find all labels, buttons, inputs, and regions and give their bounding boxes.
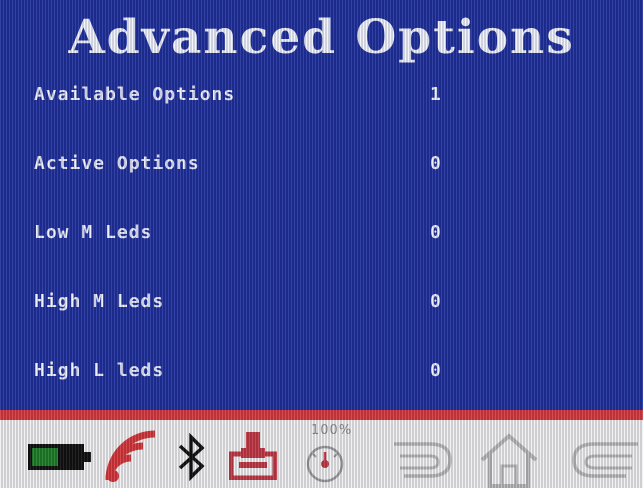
option-row-high-l-leds[interactable]: High L leds 0	[0, 348, 643, 417]
option-value: 0	[430, 222, 441, 243]
option-label: Low M Leds	[34, 222, 153, 243]
bottom-toolbar: 100%	[0, 420, 643, 488]
option-row-high-m-leds[interactable]: High M Leds 0	[0, 279, 643, 348]
option-label: Available Options	[34, 84, 236, 105]
option-label: High M Leds	[34, 291, 165, 312]
battery-icon	[28, 444, 92, 470]
option-row-available[interactable]: Available Options 1	[0, 72, 643, 141]
bluetooth-icon	[176, 432, 206, 482]
options-list: Available Options 1 Active Options 0 Low…	[0, 72, 643, 417]
page-title: Advanced Options	[68, 10, 575, 65]
option-row-active[interactable]: Active Options 0	[0, 141, 643, 210]
forward-arrow-icon[interactable]	[566, 434, 640, 486]
back-arrow-icon[interactable]	[390, 434, 456, 486]
option-label: High L leds	[34, 360, 165, 381]
home-icon[interactable]	[478, 432, 540, 488]
device-screen: Advanced Options Available Options 1 Act…	[0, 0, 643, 488]
gauge-icon[interactable]	[303, 440, 347, 484]
option-label: Active Options	[34, 153, 200, 174]
push-button-icon[interactable]	[229, 428, 277, 480]
option-value: 1	[430, 84, 441, 105]
zoom-level-text: 100%	[311, 423, 353, 438]
option-value: 0	[430, 153, 441, 174]
option-row-low-m-leds[interactable]: Low M Leds 0	[0, 210, 643, 279]
option-value: 0	[430, 360, 441, 381]
toolbar-accent-strip	[0, 410, 643, 420]
signal-icon	[103, 428, 159, 482]
option-value: 0	[430, 291, 441, 312]
